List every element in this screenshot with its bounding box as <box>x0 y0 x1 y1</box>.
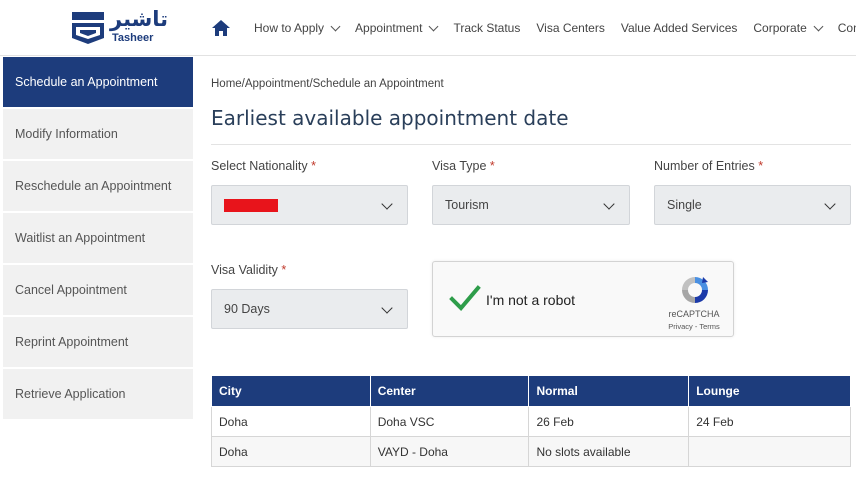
availability-table: City Center Normal Lounge Doha Doha VSC … <box>211 375 851 467</box>
required-mark: * <box>758 159 764 173</box>
cell-lounge <box>688 436 851 467</box>
sidebar-item-retrieve[interactable]: Retrieve Application <box>3 369 193 421</box>
logo-arabic-text: تاشير <box>110 7 169 31</box>
nav-value-added-services[interactable]: Value Added Services <box>621 21 738 35</box>
recaptcha-label: I'm not a robot <box>486 292 576 308</box>
entries-select[interactable]: Single <box>654 185 851 225</box>
cell-lounge: 24 Feb <box>688 406 851 437</box>
entries-label: Number of Entries * <box>654 159 763 173</box>
recaptcha-widget: I'm not a robot reCAPTCHA Privacy - Term… <box>432 261 734 337</box>
logo-mark-icon <box>72 12 104 44</box>
chevron-down-icon <box>381 198 393 210</box>
col-lounge: Lounge <box>688 375 851 407</box>
home-icon[interactable] <box>211 19 231 37</box>
nationality-label-text: Select Nationality <box>211 159 308 173</box>
sidebar-item-label: Reschedule an Appointment <box>15 179 172 193</box>
nav-how-to-apply[interactable]: How to Apply <box>254 21 341 35</box>
recaptcha-logo-icon <box>682 277 708 303</box>
nationality-label: Select Nationality * <box>211 159 316 173</box>
sidebar-item-reschedule[interactable]: Reschedule an Appointment <box>3 161 193 213</box>
sidebar: Schedule an Appointment Modify Informati… <box>3 57 193 421</box>
recaptcha-brand: reCAPTCHA <box>668 309 720 319</box>
nationality-select[interactable] <box>211 185 408 225</box>
nav-label: Appointment <box>355 21 423 35</box>
recaptcha-privacy-terms[interactable]: Privacy - Terms <box>659 322 729 331</box>
nav-label: Visa Centers <box>536 21 605 35</box>
sidebar-item-waitlist[interactable]: Waitlist an Appointment <box>3 213 193 265</box>
table-header-row: City Center Normal Lounge <box>211 375 851 407</box>
breadcrumb[interactable]: Home/Appointment/Schedule an Appointment <box>211 78 444 90</box>
nav-label: Corporate <box>753 21 807 35</box>
cell-normal-no-slots: No slots available <box>528 436 690 467</box>
title-divider <box>211 144 851 145</box>
chevron-down-icon <box>824 198 836 210</box>
required-mark: * <box>281 263 287 277</box>
entries-value: Single <box>667 198 702 212</box>
entries-label-text: Number of Entries <box>654 159 755 173</box>
visa-type-select[interactable]: Tourism <box>432 185 630 225</box>
sidebar-item-schedule[interactable]: Schedule an Appointment <box>3 57 193 109</box>
sidebar-item-modify[interactable]: Modify Information <box>3 109 193 161</box>
nav-contact[interactable]: Contact <box>838 21 856 35</box>
sidebar-item-label: Waitlist an Appointment <box>15 231 146 245</box>
cell-center: Doha VSC <box>369 406 530 437</box>
main-nav: How to Apply Appointment Track Status Vi… <box>254 21 856 35</box>
page-title: Earliest available appointment date <box>211 106 569 130</box>
sidebar-item-label: Retrieve Application <box>15 387 126 401</box>
sidebar-item-label: Reprint Appointment <box>15 335 129 349</box>
chevron-down-icon <box>603 198 615 210</box>
cell-city: Doha <box>211 436 371 467</box>
sidebar-item-cancel[interactable]: Cancel Appointment <box>3 265 193 317</box>
tasheer-logo[interactable]: تاشير Tasheer <box>70 7 168 48</box>
chevron-down-icon <box>330 21 341 31</box>
sidebar-item-label: Modify Information <box>15 127 118 141</box>
table-row: Doha Doha VSC 26 Feb 24 Feb <box>211 406 851 437</box>
cell-normal: 26 Feb <box>528 406 690 437</box>
chevron-down-icon <box>428 21 439 31</box>
nav-label: How to Apply <box>254 21 325 35</box>
checkmark-icon[interactable] <box>449 282 481 314</box>
top-header: تاشير Tasheer How to Apply Appointment T… <box>0 0 856 56</box>
validity-select[interactable]: 90 Days <box>211 289 408 329</box>
sidebar-item-label: Cancel Appointment <box>15 283 127 297</box>
nav-corporate[interactable]: Corporate <box>753 21 824 35</box>
nav-visa-centers[interactable]: Visa Centers <box>536 21 604 35</box>
table-row: Doha VAYD - Doha No slots available <box>211 436 851 467</box>
required-mark: * <box>489 159 495 173</box>
sidebar-item-label: Schedule an Appointment <box>15 75 158 89</box>
logo-english-text: Tasheer <box>112 32 154 44</box>
cell-city: Doha <box>211 406 371 437</box>
validity-label-text: Visa Validity <box>211 263 278 277</box>
visa-type-label-text: Visa Type <box>432 159 487 173</box>
nav-label: Track Status <box>453 21 521 35</box>
cell-center: VAYD - Doha <box>369 436 530 467</box>
validity-value: 90 Days <box>224 302 270 316</box>
redacted-value <box>224 198 278 212</box>
nav-label: Value Added Services <box>620 21 738 35</box>
visa-type-value: Tourism <box>445 198 489 212</box>
nav-track-status[interactable]: Track Status <box>453 21 520 35</box>
chevron-down-icon <box>381 302 393 314</box>
validity-label: Visa Validity * <box>211 263 286 277</box>
col-city: City <box>211 375 371 407</box>
nav-label: Contact <box>837 21 856 35</box>
required-mark: * <box>311 159 316 173</box>
sidebar-item-reprint[interactable]: Reprint Appointment <box>3 317 193 369</box>
col-normal: Normal <box>528 375 690 407</box>
nav-appointment[interactable]: Appointment <box>355 21 439 35</box>
visa-type-label: Visa Type * <box>432 159 495 173</box>
chevron-down-icon <box>813 21 824 31</box>
col-center: Center <box>369 375 530 407</box>
